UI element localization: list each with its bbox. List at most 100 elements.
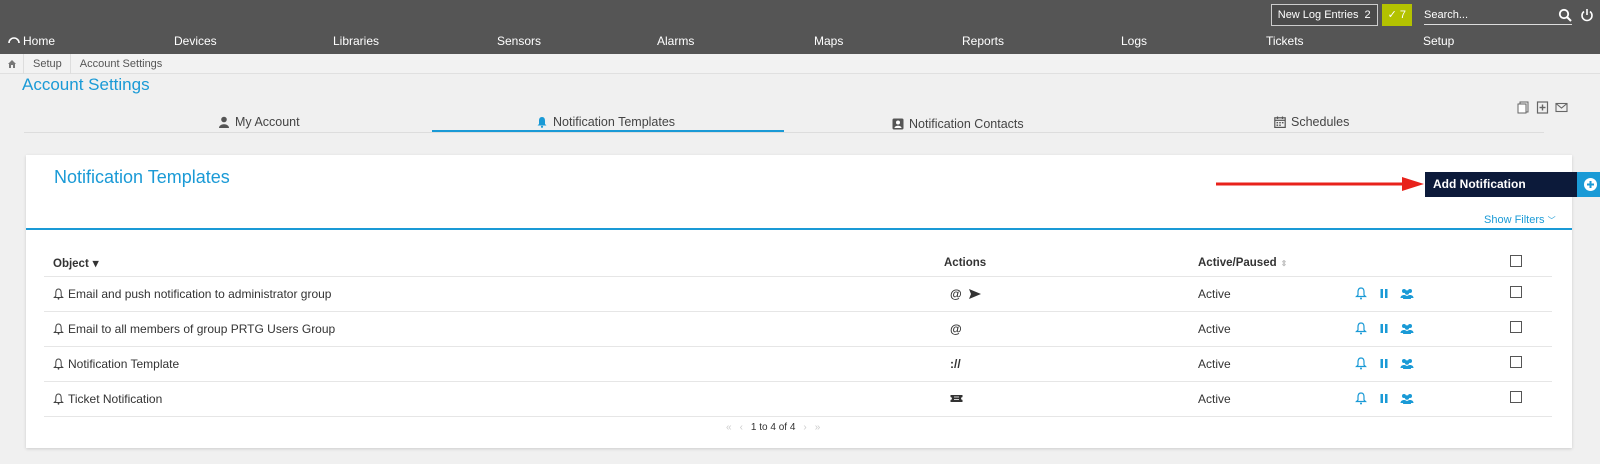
users-group-icon[interactable] <box>1400 392 1414 405</box>
show-filters-link[interactable]: Show Filters ﹀ <box>1484 214 1556 226</box>
notification-templates-panel: Notification Templates Add Notification … <box>26 155 1600 448</box>
row-status: Active <box>1198 311 1354 347</box>
breadcrumb-home[interactable] <box>0 53 24 74</box>
tab-notification-contacts[interactable]: Notification Contacts <box>892 117 1024 131</box>
nav-alarms[interactable]: Alarms <box>657 30 694 52</box>
tab-notification-templates[interactable]: Notification Templates <box>536 115 675 129</box>
row-status: Active <box>1198 381 1354 417</box>
user-icon <box>219 116 229 128</box>
top-bar: New Log Entries 2 ✓ 7 Home Devices Librar… <box>0 0 1600 54</box>
row-object-name[interactable]: Notification Template <box>68 357 179 371</box>
table-row[interactable]: Notification Template :// Active <box>44 346 1552 382</box>
bell-icon <box>537 117 547 128</box>
table-row[interactable]: Ticket Notification Active <box>44 381 1552 417</box>
new-log-entries-button[interactable]: New Log Entries 2 <box>1270 4 1378 26</box>
bell-outline-icon <box>53 357 64 370</box>
select-all-checkbox[interactable] <box>1510 255 1522 268</box>
row-checkbox[interactable] <box>1510 321 1522 333</box>
row-checkbox[interactable] <box>1510 286 1522 298</box>
breadcrumb-setup[interactable]: Setup <box>24 53 71 74</box>
column-object[interactable]: Object ▾ <box>44 250 944 277</box>
table-header-row: Object ▾ Actions Active/Paused ⇕ <box>44 250 1552 277</box>
pause-icon[interactable] <box>1380 322 1388 335</box>
nav-libraries[interactable]: Libraries <box>333 30 379 52</box>
add-plus-button[interactable] <box>1577 172 1600 197</box>
column-actions-label: Actions <box>944 256 987 269</box>
panel-title: Notification Templates <box>54 167 230 187</box>
nav-sensors[interactable]: Sensors <box>497 30 541 52</box>
users-group-icon[interactable] <box>1400 322 1414 335</box>
next-page-icon[interactable]: › <box>803 422 806 433</box>
row-checkbox[interactable] <box>1510 391 1522 403</box>
ticket-icon <box>950 395 963 402</box>
prtg-logo-icon <box>8 37 20 44</box>
search-input[interactable] <box>1424 5 1572 25</box>
row-checkbox[interactable] <box>1510 356 1522 368</box>
notification-templates-table: Object ▾ Actions Active/Paused ⇕ Email and… <box>44 250 1552 417</box>
nav-logs[interactable]: Logs <box>1121 30 1147 52</box>
nav-devices[interactable]: Devices <box>174 30 217 52</box>
tab-my-account[interactable]: My Account <box>218 115 300 129</box>
ok-status-badge[interactable]: ✓ 7 <box>1381 4 1412 26</box>
envelope-icon[interactable] <box>1555 101 1568 114</box>
row-status: Active <box>1198 346 1354 382</box>
test-notification-bell-icon[interactable] <box>1354 392 1368 405</box>
contact-card-icon <box>892 118 904 130</box>
plus-circle-icon <box>1584 178 1597 191</box>
logout-power-icon[interactable] <box>1580 8 1594 22</box>
pause-icon[interactable] <box>1380 392 1388 405</box>
users-group-icon[interactable] <box>1400 357 1414 370</box>
panel-divider <box>26 228 1572 230</box>
main-nav: Home Devices Libraries Sensors Alarms Ma… <box>0 30 1600 52</box>
test-notification-bell-icon[interactable] <box>1354 357 1368 370</box>
table-row[interactable]: Email and push notification to administr… <box>44 276 1552 312</box>
bell-outline-icon <box>53 287 64 300</box>
nav-home[interactable]: Home <box>8 30 55 52</box>
check-icon: ✓ <box>1387 9 1397 21</box>
nav-maps[interactable]: Maps <box>814 30 843 52</box>
last-page-icon[interactable]: » <box>815 422 821 433</box>
show-filters-label: Show Filters <box>1484 214 1545 226</box>
http-action-icon: :// <box>950 356 961 371</box>
bell-outline-icon <box>53 392 64 405</box>
column-select-all <box>1504 250 1552 277</box>
tab-schedules[interactable]: Schedules <box>1274 115 1349 129</box>
column-actions: Actions <box>944 250 1198 277</box>
test-notification-bell-icon[interactable] <box>1354 287 1368 300</box>
breadcrumb: Setup Account Settings <box>0 53 1600 74</box>
column-object-label: Object <box>53 257 89 270</box>
tab-notification-contacts-label: Notification Contacts <box>909 117 1024 131</box>
nav-reports[interactable]: Reports <box>962 30 1004 52</box>
breadcrumb-account-settings[interactable]: Account Settings <box>71 54 171 74</box>
column-row-actions <box>1354 250 1504 277</box>
nav-home-label: Home <box>23 34 56 48</box>
add-notification-template-button[interactable]: Add Notification Template <box>1425 172 1577 216</box>
ok-count: 7 <box>1399 9 1406 21</box>
test-notification-bell-icon[interactable] <box>1354 322 1368 335</box>
red-arrow-annotation <box>1216 177 1424 191</box>
row-object-name[interactable]: Email and push notification to administr… <box>68 287 331 301</box>
active-tab-indicator <box>432 130 784 132</box>
calendar-icon <box>1274 116 1286 128</box>
nav-tickets[interactable]: Tickets <box>1266 30 1304 52</box>
new-log-entries-label: New Log Entries <box>1277 9 1359 21</box>
column-active-paused[interactable]: Active/Paused ⇕ <box>1198 250 1354 277</box>
new-log-entries-count: 2 <box>1364 9 1371 21</box>
sort-both-icon: ⇕ <box>1280 258 1288 268</box>
search-icon[interactable] <box>1558 8 1572 22</box>
nav-setup[interactable]: Setup <box>1423 30 1454 52</box>
email-action-icon: @ <box>950 321 962 336</box>
sort-desc-icon: ▾ <box>92 257 99 270</box>
users-group-icon[interactable] <box>1400 287 1414 300</box>
row-object-name[interactable]: Email to all members of group PRTG Users… <box>68 322 335 336</box>
pause-icon[interactable] <box>1380 287 1388 300</box>
row-object-name[interactable]: Ticket Notification <box>68 392 162 406</box>
bell-outline-icon <box>53 322 64 335</box>
pagination-text: 1 to 4 of 4 <box>750 422 796 433</box>
pagination: « ‹ 1 to 4 of 4 › » <box>726 422 820 433</box>
pause-icon[interactable] <box>1380 357 1388 370</box>
account-settings-tabs: My Account Notification Templates Notifi… <box>24 113 1544 133</box>
prev-page-icon[interactable]: ‹ <box>740 422 743 433</box>
table-row[interactable]: Email to all members of group PRTG Users… <box>44 311 1552 347</box>
first-page-icon[interactable]: « <box>726 422 732 433</box>
